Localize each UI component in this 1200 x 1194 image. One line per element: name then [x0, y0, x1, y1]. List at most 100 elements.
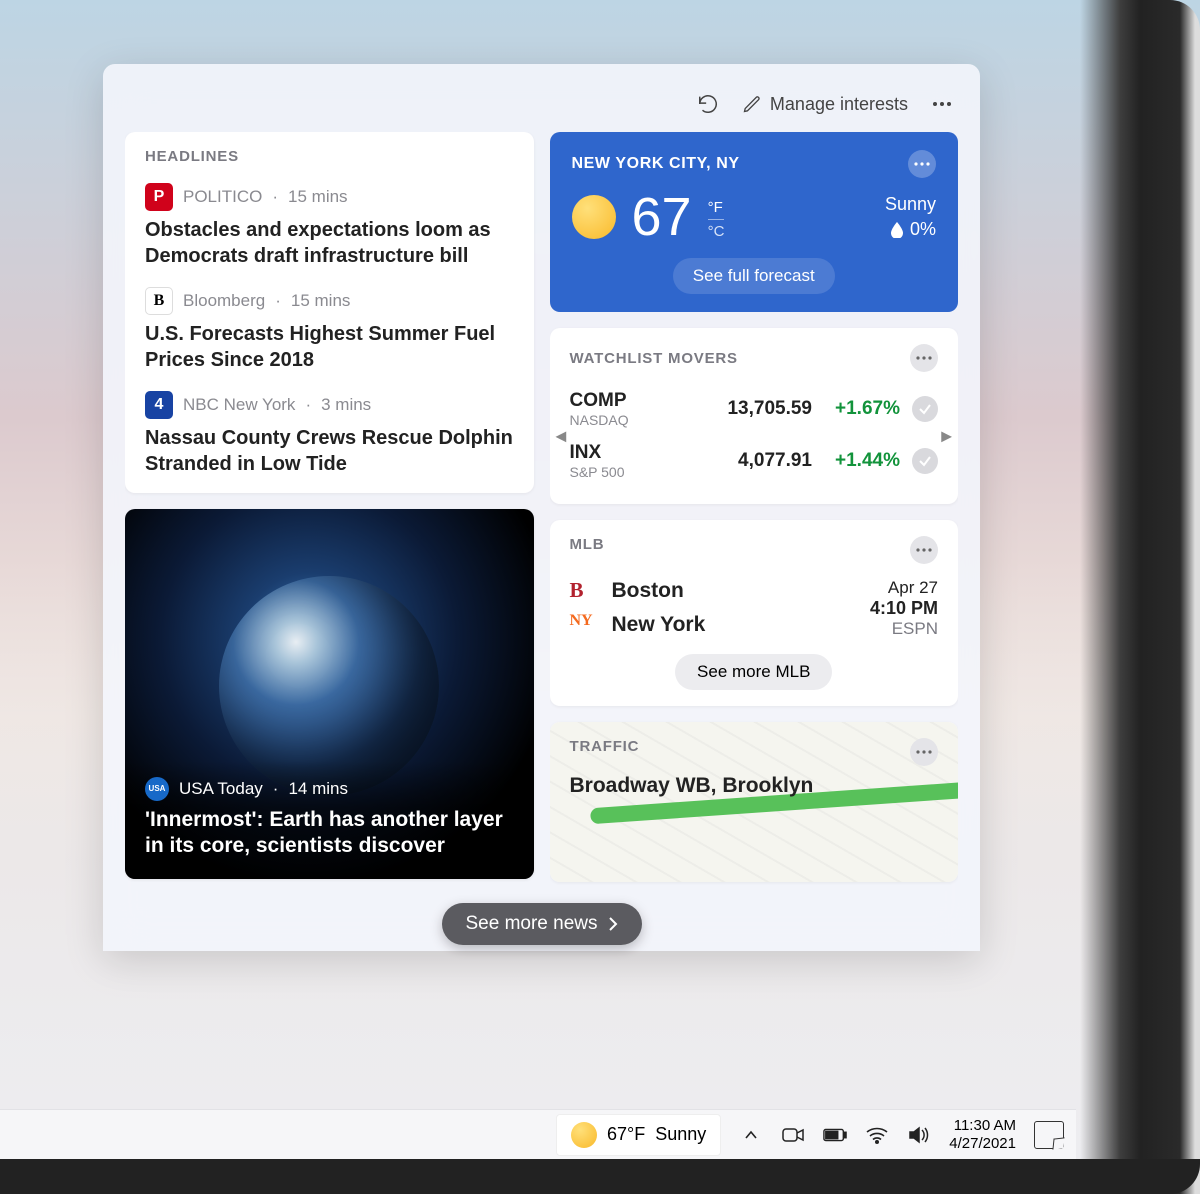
left-column: HEADLINES P POLITICO · 15 mins Obstacles…: [125, 132, 534, 933]
weather-more-button[interactable]: [908, 150, 936, 178]
monitor-bottom-bezel: [0, 1159, 1200, 1194]
team-name: Boston: [612, 579, 684, 603]
weather-card[interactable]: NEW YORK CITY, NY 67 °F °C: [550, 132, 959, 312]
see-forecast-button[interactable]: See full forecast: [673, 258, 835, 294]
taskbar-weather-button[interactable]: 67°F Sunny: [556, 1114, 721, 1156]
source-badge-icon: P: [145, 183, 173, 211]
mlb-time: 4:10 PM: [870, 598, 938, 619]
watchlist-row[interactable]: INX S&P 500 4,077.91 +1.44%: [570, 436, 939, 488]
manage-interests-button[interactable]: Manage interests: [742, 94, 908, 115]
weather-temperature: 67: [632, 190, 692, 244]
headline-item[interactable]: B Bloomberg · 15 mins U.S. Forecasts Hig…: [145, 287, 514, 373]
source-name: NBC New York: [183, 395, 295, 415]
notification-center-button[interactable]: [1034, 1121, 1064, 1149]
check-icon: [918, 454, 932, 468]
ticker-exchange: NASDAQ: [570, 412, 693, 428]
source-badge-icon: B: [145, 287, 173, 315]
team-logo-icon: NY: [570, 612, 596, 638]
headline-item[interactable]: P POLITICO · 15 mins Obstacles and expec…: [145, 183, 514, 269]
usa-today-icon: USA: [145, 777, 169, 801]
mlb-card: MLB B Boston NY New York: [550, 520, 959, 706]
source-name: Bloomberg: [183, 291, 265, 311]
chevron-up-icon: [744, 1130, 758, 1140]
mlb-header: MLB: [570, 536, 605, 564]
traffic-more-button[interactable]: [910, 738, 938, 766]
traffic-card[interactable]: TRAFFIC Broadway WB, Brooklyn: [550, 722, 959, 882]
headlines-header: HEADLINES: [145, 148, 514, 165]
featured-source: USA Today: [179, 779, 263, 799]
battery-icon[interactable]: [823, 1123, 847, 1147]
featured-time: 14 mins: [288, 779, 348, 799]
ellipsis-icon: [916, 548, 932, 552]
manage-interests-label: Manage interests: [770, 94, 908, 115]
taskbar-condition: Sunny: [655, 1124, 706, 1145]
team-name: New York: [612, 613, 706, 637]
headline-time: 15 mins: [288, 187, 348, 207]
news-and-interests-flyout: Manage interests HEADLINES P POLITICO · …: [103, 64, 980, 951]
pencil-icon: [742, 94, 762, 114]
team-logo-icon: B: [570, 578, 596, 604]
featured-title: 'Innermost': Earth has another layer in …: [145, 807, 514, 860]
flyout-toolbar: Manage interests: [125, 82, 958, 126]
headline-time: 15 mins: [291, 291, 351, 311]
weather-humidity: 0%: [910, 219, 936, 240]
watchlist-header: WATCHLIST MOVERS: [570, 350, 738, 367]
unit-fahrenheit[interactable]: °F: [708, 199, 725, 216]
mlb-date: Apr 27: [870, 578, 938, 598]
mlb-more-button[interactable]: [910, 536, 938, 564]
monitor-bezel: [1080, 0, 1200, 1194]
ticker-follow-button[interactable]: [912, 448, 938, 474]
source-name: POLITICO: [183, 187, 262, 207]
watchlist-next-button[interactable]: ▶: [941, 428, 952, 445]
camera-icon: [782, 1127, 804, 1143]
headline-title: Obstacles and expectations loom as Democ…: [145, 217, 514, 269]
ticker-symbol: COMP: [570, 390, 693, 412]
droplet-icon: [890, 222, 904, 238]
mlb-team-row[interactable]: B Boston: [570, 574, 706, 608]
mlb-network: ESPN: [870, 619, 938, 639]
ellipsis-icon: [916, 750, 932, 754]
right-column: NEW YORK CITY, NY 67 °F °C: [550, 132, 959, 933]
ticker-price: 13,705.59: [692, 398, 812, 420]
headline-time: 3 mins: [321, 395, 371, 415]
see-more-mlb-button[interactable]: See more MLB: [675, 654, 832, 690]
source-badge-icon: 4: [145, 391, 173, 419]
weather-location: NEW YORK CITY, NY: [572, 155, 740, 173]
ellipsis-icon: [914, 162, 930, 166]
see-more-news-label: See more news: [465, 913, 597, 935]
headline-title: U.S. Forecasts Highest Summer Fuel Price…: [145, 321, 514, 373]
watchlist-more-button[interactable]: [910, 344, 938, 372]
watchlist-prev-button[interactable]: ◀: [556, 428, 567, 445]
taskbar-temp: 67°F: [607, 1124, 645, 1145]
sun-icon: [571, 1122, 597, 1148]
watchlist-row[interactable]: COMP NASDAQ 13,705.59 +1.67%: [570, 384, 939, 436]
ticker-follow-button[interactable]: [912, 396, 938, 422]
featured-article-card[interactable]: USA USA Today · 14 mins 'Innermost': Ear…: [125, 509, 534, 879]
meet-now-icon[interactable]: [781, 1123, 805, 1147]
watchlist-card: WATCHLIST MOVERS ◀ ▶ COMP NASDAQ 13,705.…: [550, 328, 959, 504]
see-more-news-button[interactable]: See more news: [441, 903, 641, 945]
volume-icon[interactable]: [907, 1123, 931, 1147]
weather-condition: Sunny: [885, 194, 936, 215]
taskbar-time: 11:30 AM: [949, 1117, 1016, 1135]
taskbar-clock[interactable]: 11:30 AM 4/27/2021: [949, 1117, 1016, 1153]
taskbar: 67°F Sunny 11:30 AM 4/27/2021: [0, 1109, 1076, 1159]
chevron-right-icon: [608, 916, 618, 932]
ticker-exchange: S&P 500: [570, 464, 693, 480]
check-icon: [918, 402, 932, 416]
ticker-symbol: INX: [570, 442, 693, 464]
wifi-icon[interactable]: [865, 1123, 889, 1147]
ellipsis-icon: [916, 356, 932, 360]
refresh-button[interactable]: [692, 88, 724, 120]
tray-expand-button[interactable]: [739, 1123, 763, 1147]
ticker-change: +1.44%: [812, 450, 900, 472]
mlb-team-row[interactable]: NY New York: [570, 608, 706, 642]
ticker-change: +1.67%: [812, 398, 900, 420]
sun-icon: [572, 195, 616, 239]
ellipsis-icon: [932, 101, 952, 107]
more-options-button[interactable]: [926, 88, 958, 120]
headline-item[interactable]: 4 NBC New York · 3 mins Nassau County Cr…: [145, 391, 514, 477]
unit-toggle[interactable]: °F °C: [708, 199, 725, 240]
unit-celsius[interactable]: °C: [708, 223, 725, 240]
traffic-road-name: Broadway WB, Brooklyn: [570, 774, 939, 798]
